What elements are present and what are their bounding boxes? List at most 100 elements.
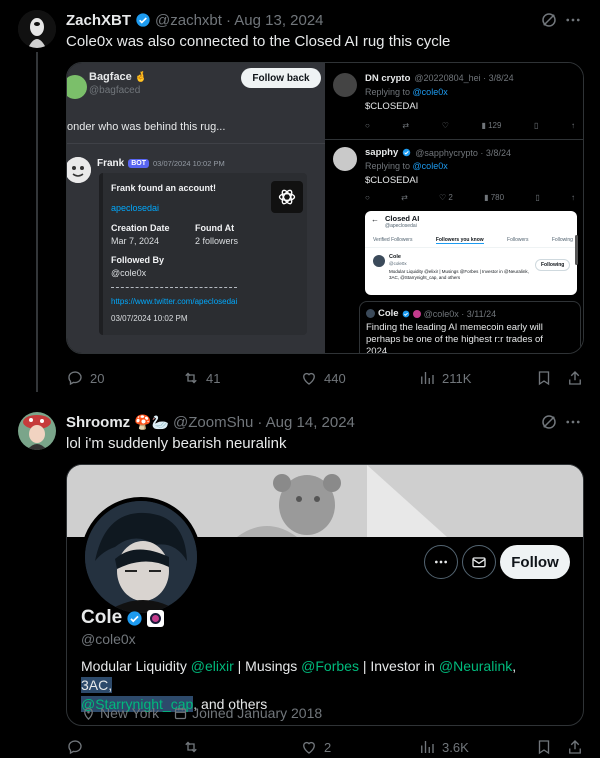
- verified-badge-icon: [402, 310, 409, 317]
- views-button[interactable]: 3.6K: [418, 738, 469, 756]
- tweet-media[interactable]: Bagface 🤞 @bagfaced Follow back onder wh…: [66, 62, 584, 354]
- creation-value: Mar 7, 2024: [111, 236, 160, 246]
- bio-mention-forbes[interactable]: @Forbes: [301, 658, 359, 674]
- reply2-name: sapphy: [365, 147, 399, 158]
- embed-account-link: apeclosedai: [111, 203, 160, 213]
- quote-line3: 2024: [366, 346, 388, 354]
- avatar-shroomz[interactable]: [18, 412, 56, 450]
- like-count: 2: [324, 739, 332, 755]
- follow-label: Follow: [511, 553, 559, 571]
- reply1-replying: Replying to: [365, 87, 411, 97]
- tab-followers-you-know: Followers you know: [435, 237, 484, 244]
- like-count: 440: [324, 370, 346, 386]
- discord-screenshot: Bagface 🤞 @bagfaced Follow back onder wh…: [67, 63, 325, 353]
- message-button[interactable]: [462, 545, 496, 579]
- quote-avatar: [366, 309, 375, 318]
- verified-badge-icon: [403, 148, 411, 157]
- reply2-replying-to: @cole0x: [412, 161, 448, 171]
- bot-name: Frank: [97, 158, 125, 169]
- bio-mention-neuralink[interactable]: @Neuralink: [439, 658, 512, 674]
- views-count: 211K: [442, 370, 472, 386]
- panel-scrollbar: [575, 235, 578, 265]
- affiliate-badge-icon: [147, 609, 165, 627]
- bookmark-icon[interactable]: [535, 738, 553, 756]
- tweet-text: lol i'm suddenly bearish neuralink: [66, 435, 287, 452]
- replies-screenshot: DN crypto @20220804_hei · 3/8/24 Replyin…: [325, 63, 583, 354]
- avatar-zachxbt[interactable]: [18, 10, 56, 48]
- reply1-actions: ○ ⇄ ♡ ▮ 129 ▯ ↑: [365, 121, 575, 130]
- reply1-views: 129: [488, 121, 502, 130]
- bagface-name: Bagface: [89, 71, 132, 83]
- author-name[interactable]: Shroomz: [66, 414, 130, 431]
- embed-footer-time: 03/07/2024 10:02 PM: [111, 314, 188, 323]
- tweet-date[interactable]: · Aug 13, 2024: [226, 12, 324, 29]
- reply-button[interactable]: [66, 738, 90, 756]
- views-button[interactable]: 211K: [418, 369, 471, 387]
- profile-location: New York: [100, 705, 160, 721]
- embed-title: Frank found an account!: [111, 183, 217, 193]
- mail-icon: [472, 557, 486, 568]
- reply-count: 20: [90, 370, 105, 386]
- author-name[interactable]: ZachXBT: [66, 12, 131, 29]
- more-icon[interactable]: [564, 11, 582, 29]
- more-options-button[interactable]: [424, 545, 458, 579]
- bio-text: | Musings: [233, 658, 302, 674]
- like-icon: [303, 372, 315, 385]
- profile-avatar: [81, 497, 201, 617]
- followed-label: Followed By: [111, 255, 165, 265]
- profile-joined: Joined January 2018: [192, 705, 323, 721]
- reply-button[interactable]: 20: [66, 369, 104, 387]
- reply-avatar-dn: [333, 73, 357, 97]
- embed-url: https://www.twitter.com/apeclosedai: [111, 297, 238, 306]
- more-icon[interactable]: [564, 413, 582, 431]
- verified-badge-icon: [127, 610, 142, 626]
- reply1-name: DN crypto: [365, 73, 411, 84]
- share-icon[interactable]: [566, 738, 584, 756]
- reply-icon: [68, 371, 82, 386]
- grok-icon[interactable]: [540, 413, 558, 431]
- found-value: 2 followers: [195, 236, 239, 246]
- like-button[interactable]: 2: [300, 738, 331, 756]
- author-name-emoji: 🍄🦢: [134, 413, 170, 430]
- cole-mini-avatar: [373, 255, 385, 267]
- quote-name: Cole: [378, 308, 399, 319]
- bio-text: Modular Liquidity: [81, 658, 191, 674]
- reply2-actions: ○ ⇄ ♡ 2 ▮ 780 ▯ ↑: [365, 193, 575, 202]
- reply2-replying: Replying to: [365, 161, 411, 171]
- repost-button[interactable]: [182, 738, 206, 756]
- repost-icon: [185, 372, 197, 384]
- frank-avatar: [67, 157, 91, 183]
- tweet-date[interactable]: · Aug 14, 2024: [257, 414, 355, 431]
- share-icon[interactable]: [566, 369, 584, 387]
- follow-button[interactable]: Follow: [500, 545, 570, 579]
- reply-icon: [68, 740, 82, 755]
- repost-button[interactable]: 41: [182, 369, 220, 387]
- profile-name: Cole: [81, 607, 123, 628]
- quote-line1: Finding the leading AI memecoin early wi…: [366, 322, 543, 333]
- tweet-text: Cole0x was also connected to the Closed …: [66, 33, 451, 50]
- follow-list-handle: @apeclosedai: [385, 223, 417, 229]
- repost-count: 41: [206, 370, 221, 386]
- like-button[interactable]: 440: [300, 369, 346, 387]
- repost-icon: [185, 741, 197, 753]
- bot-tag: BOT: [128, 159, 150, 168]
- more-icon: [435, 560, 447, 564]
- bagface-avatar: [67, 75, 87, 99]
- reply2-likes: 2: [448, 193, 453, 202]
- reply2-text: $CLOSEDAI: [365, 175, 419, 186]
- bookmark-icon[interactable]: [535, 369, 553, 387]
- quote-handle: @cole0x · 3/11/24: [423, 308, 497, 319]
- grok-icon[interactable]: [540, 11, 558, 29]
- author-handle[interactable]: @zachxbt: [155, 12, 222, 29]
- tweet1-header: ZachXBT @zachxbt · Aug 13, 2024: [66, 10, 324, 30]
- openai-logo-icon: [271, 181, 303, 213]
- reply2-handle: @sapphycrypto · 3/8/24: [415, 147, 511, 158]
- profile-screenshot[interactable]: Follow Cole @cole0x Modular Liquidity @e…: [66, 464, 584, 726]
- author-handle[interactable]: @ZoomShu: [173, 414, 253, 431]
- reply1-handle: @20220804_hei · 3/8/24: [414, 73, 514, 83]
- follow-back-label: Follow back: [252, 72, 310, 84]
- tab-verified-followers: Verified Followers: [373, 237, 413, 243]
- bio-mention-elixir[interactable]: @elixir: [191, 658, 234, 674]
- tab-following: Following: [551, 237, 573, 243]
- follow-list-user-name: Cole: [389, 254, 401, 260]
